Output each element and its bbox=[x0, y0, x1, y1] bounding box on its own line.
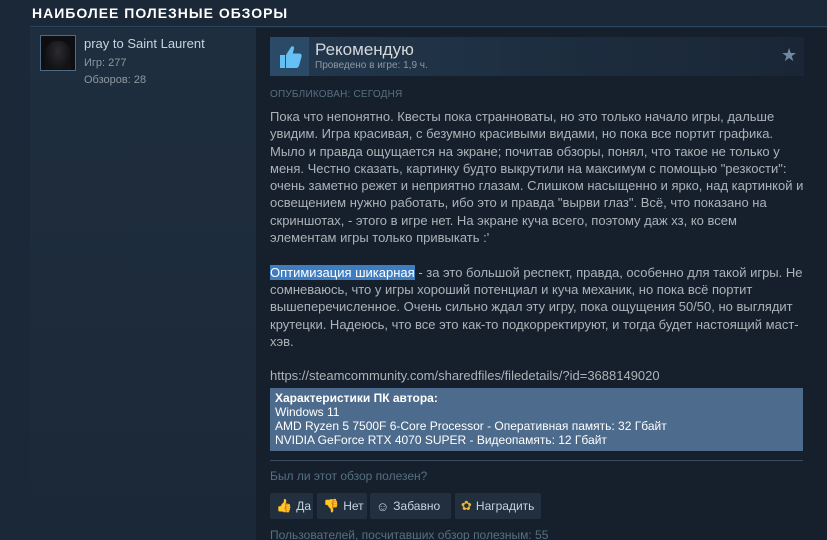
review-paragraph-2: Оптимизация шикарная - за это большой ре… bbox=[270, 264, 806, 350]
star-icon[interactable]: ★ bbox=[781, 45, 797, 66]
vote-yes-label: Да bbox=[296, 499, 311, 513]
award-icon: ✿ bbox=[461, 498, 472, 513]
avatar-image bbox=[45, 41, 71, 70]
pc-specs-title: Характеристики ПК автора: bbox=[275, 391, 438, 405]
highlighted-text: Оптимизация шикарная bbox=[270, 264, 415, 280]
pc-specs-gpu: NVIDIA GeForce RTX 4070 SUPER - Видеопам… bbox=[275, 433, 607, 447]
vote-yes-button[interactable]: 👍 Да bbox=[270, 493, 313, 519]
avatar[interactable] bbox=[40, 35, 76, 71]
award-button[interactable]: ✿ Наградить bbox=[455, 493, 541, 519]
smile-icon: ☺ bbox=[376, 498, 390, 514]
section-title: НАИБОЛЕЕ ПОЛЕЗНЫЕ ОБЗОРЫ bbox=[32, 5, 289, 21]
vote-funny-button[interactable]: ☺ Забавно bbox=[370, 493, 451, 519]
vote-no-button[interactable]: 👎 Нет bbox=[317, 493, 367, 519]
thumbs-up-icon bbox=[270, 37, 309, 76]
review-posted-date: ОПУБЛИКОВАН: СЕГОДНЯ bbox=[270, 89, 403, 100]
author-name[interactable]: pray to Saint Laurent bbox=[84, 36, 205, 51]
helpful-count: Пользователей, посчитавших обзор полезны… bbox=[270, 528, 549, 540]
pc-specs-box: Характеристики ПК автора: Windows 11 AMD… bbox=[270, 388, 803, 451]
review-verdict[interactable]: Рекомендую bbox=[315, 40, 414, 60]
author-games-count[interactable]: Игр: 277 bbox=[84, 57, 127, 69]
thumbs-up-icon: 👍 bbox=[276, 498, 293, 513]
review-paragraph-1: Пока что непонятно. Квесты пока страннов… bbox=[270, 109, 804, 246]
helpful-question: Был ли этот обзор полезен? bbox=[270, 469, 428, 483]
review-body: Пока что непонятно. Квесты пока страннов… bbox=[270, 108, 806, 402]
vote-funny-label: Забавно bbox=[393, 499, 441, 513]
pc-specs-cpu: AMD Ryzen 5 7500F 6-Core Processor - Опе… bbox=[275, 419, 667, 433]
section-divider bbox=[30, 26, 827, 27]
thumbs-down-icon: 👎 bbox=[323, 498, 340, 513]
vote-no-label: Нет bbox=[343, 499, 364, 513]
review-playtime: Проведено в игре: 1,9 ч. bbox=[315, 60, 428, 71]
author-panel bbox=[30, 28, 256, 540]
pc-specs-os: Windows 11 bbox=[275, 405, 340, 419]
award-label: Наградить bbox=[475, 499, 535, 513]
review-link[interactable]: https://steamcommunity.com/sharedfiles/f… bbox=[270, 367, 806, 384]
feedback-divider bbox=[270, 460, 803, 461]
author-reviews-count[interactable]: Обзоров: 28 bbox=[84, 74, 146, 86]
